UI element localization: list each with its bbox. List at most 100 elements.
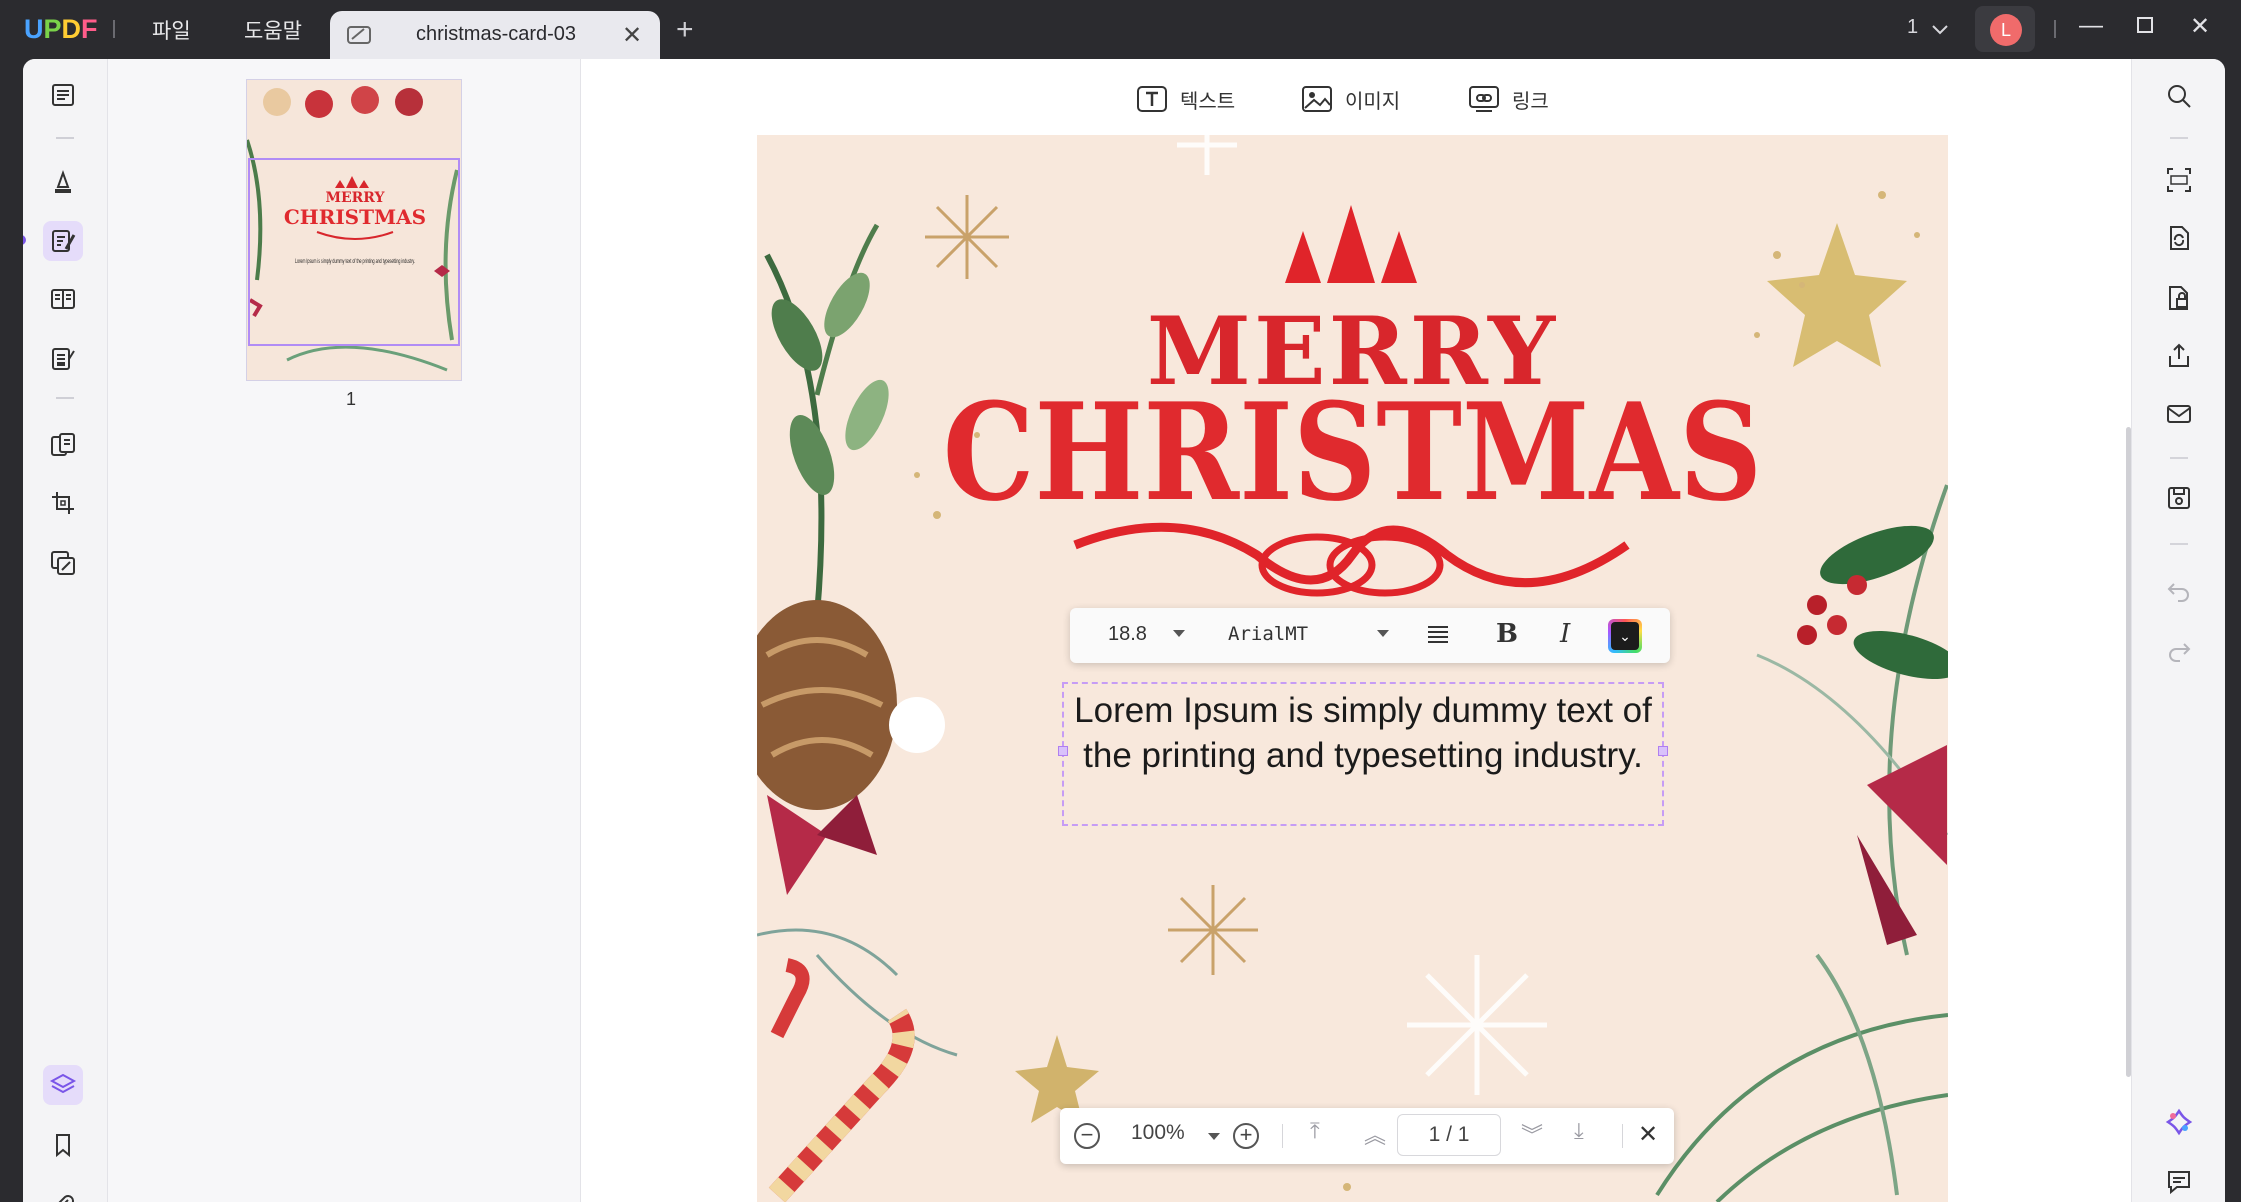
zoom-in-icon[interactable]: + (1233, 1123, 1259, 1149)
app-logo: UPDF (24, 14, 98, 44)
add-text-label: 텍스트 (1180, 88, 1236, 113)
chevron-down-icon: ⌄ (1611, 622, 1639, 650)
pdf-page[interactable]: MERRY CHRISTMAS 18.8 ArialMT B I ⌄ Lorem… (757, 135, 1948, 1202)
email-button[interactable] (2162, 397, 2196, 431)
highlighter-icon (55, 170, 71, 193)
chevron-down-icon[interactable] (1377, 630, 1389, 637)
attachment-button[interactable] (43, 1185, 83, 1202)
zoom-toolbar: − 100% + ⤒ ︽ 1 / 1 ︾ ⤓ ✕ (1060, 1108, 1674, 1164)
thumbnail-panel: MERRY CHRISTMAS Lorem Ipsum is simply du… (107, 59, 581, 1202)
save-icon (2168, 487, 2190, 509)
ocr-icon (2167, 168, 2191, 192)
selected-text-box[interactable]: Lorem Ipsum is simply dummy text of the … (1058, 682, 1668, 826)
next-page-icon[interactable]: ︾ (1521, 1118, 1543, 1150)
document-tab[interactable]: christmas-card-03 ✕ (330, 11, 660, 59)
form-icon (52, 348, 75, 370)
account-button[interactable]: L (1975, 6, 2035, 52)
search-button[interactable] (2162, 79, 2196, 113)
edit-mode-icon (347, 26, 371, 44)
comment-tool-button[interactable] (43, 163, 83, 203)
page-number-input[interactable]: 1 / 1 (1397, 1114, 1501, 1156)
page-layout-button[interactable] (43, 279, 83, 319)
add-image-label: 이미지 (1345, 88, 1401, 113)
toolbar-divider (2170, 137, 2188, 139)
add-image-button[interactable]: 이미지 (1301, 81, 1400, 117)
toolbar-divider (56, 397, 74, 399)
first-page-icon[interactable]: ⤒ (1310, 1118, 1320, 1144)
text-box-icon (1137, 86, 1167, 112)
chevron-down-icon[interactable] (1208, 1133, 1220, 1140)
page-selector-value: 1 (1907, 16, 1919, 38)
document-area: 텍스트 이미지 링크 MERRY CHRISTMAS 18.8 ArialMT … (581, 59, 2131, 1202)
link-icon (1469, 86, 1499, 112)
protect-icon (51, 551, 75, 575)
right-toolbar (2131, 59, 2225, 1202)
toolbar-divider (2170, 543, 2188, 545)
menu-file[interactable]: 파일 (152, 15, 191, 45)
zoom-divider (1282, 1124, 1283, 1148)
protect-file-button[interactable] (2162, 281, 2196, 315)
share-button[interactable] (2162, 339, 2196, 373)
close-window-icon[interactable]: ✕ (2185, 12, 2215, 41)
tab-close-icon[interactable]: ✕ (622, 21, 642, 50)
last-page-icon[interactable]: ⤓ (1574, 1118, 1584, 1144)
convert-icon (51, 433, 75, 456)
toolbar-divider (56, 137, 74, 139)
ocr-button[interactable] (2162, 163, 2196, 197)
title-bar: UPDF 파일 도움말 christmas-card-03 ✕ + 1 L — … (0, 0, 2241, 59)
zoom-divider (1622, 1124, 1623, 1148)
font-size-select[interactable]: 18.8 (1108, 623, 1147, 646)
fill-sign-button[interactable] (43, 339, 83, 379)
crop-icon (52, 492, 74, 514)
share-icon (2169, 343, 2189, 367)
add-text-button[interactable]: 텍스트 (1136, 81, 1235, 117)
minimize-icon[interactable]: — (2076, 12, 2106, 40)
bold-button[interactable]: B (1496, 619, 1518, 649)
left-toolbar (23, 59, 107, 1202)
save-button[interactable] (2162, 481, 2196, 515)
layers-button[interactable] (43, 1065, 83, 1105)
chevron-down-icon[interactable] (1173, 630, 1185, 637)
text-align-icon[interactable] (1425, 622, 1451, 648)
undo-button[interactable] (2162, 573, 2196, 607)
zoom-level[interactable]: 100% (1131, 1121, 1185, 1145)
search-icon (2168, 85, 2191, 108)
thumbnail-page-number: 1 (346, 389, 357, 409)
font-family-select[interactable]: ArialMT (1228, 623, 1308, 645)
crop-button[interactable] (43, 483, 83, 523)
page-selector[interactable]: 1 (1907, 16, 1948, 39)
protect-button[interactable] (43, 543, 83, 583)
lock-file-icon (2169, 286, 2188, 310)
layers-icon (49, 1073, 77, 1094)
title-divider (113, 20, 115, 38)
comment-icon (2168, 1171, 2190, 1195)
card-artwork (757, 135, 1948, 1202)
menu-help[interactable]: 도움말 (244, 15, 302, 45)
comments-panel-button[interactable] (2162, 1165, 2196, 1199)
italic-button[interactable]: I (1560, 619, 1570, 649)
title-divider (2054, 20, 2056, 38)
reader-mode-button[interactable] (43, 75, 83, 115)
text-color-button[interactable]: ⌄ (1608, 619, 1642, 653)
zoom-out-icon[interactable]: − (1074, 1123, 1100, 1149)
active-indicator (23, 235, 26, 245)
edit-pdf-icon (52, 230, 76, 252)
ai-assistant-icon (2165, 1108, 2193, 1136)
undo-icon (2167, 583, 2189, 602)
convert-button[interactable] (43, 425, 83, 465)
maximize-icon[interactable] (2130, 12, 2160, 41)
redo-button[interactable] (2162, 633, 2196, 667)
previous-page-icon[interactable]: ︽ (1364, 1118, 1386, 1150)
card-christmas-text[interactable]: CHRISTMAS (840, 373, 1864, 531)
edit-pdf-button[interactable] (43, 221, 83, 261)
close-toolbar-icon[interactable]: ✕ (1638, 1120, 1658, 1149)
add-link-button[interactable]: 링크 (1468, 81, 1549, 117)
bookmark-button[interactable] (43, 1125, 83, 1165)
convert-pdf-button[interactable] (2162, 221, 2196, 255)
avatar: L (1990, 14, 2022, 46)
ai-assistant-button[interactable] (2162, 1105, 2196, 1139)
bookmark-icon (56, 1134, 70, 1158)
page-thumbnail[interactable]: MERRY CHRISTMAS Lorem Ipsum is simply du… (246, 79, 462, 381)
text-box-content[interactable]: Lorem Ipsum is simply dummy text of the … (1064, 688, 1662, 778)
new-tab-button[interactable]: + (676, 13, 694, 47)
